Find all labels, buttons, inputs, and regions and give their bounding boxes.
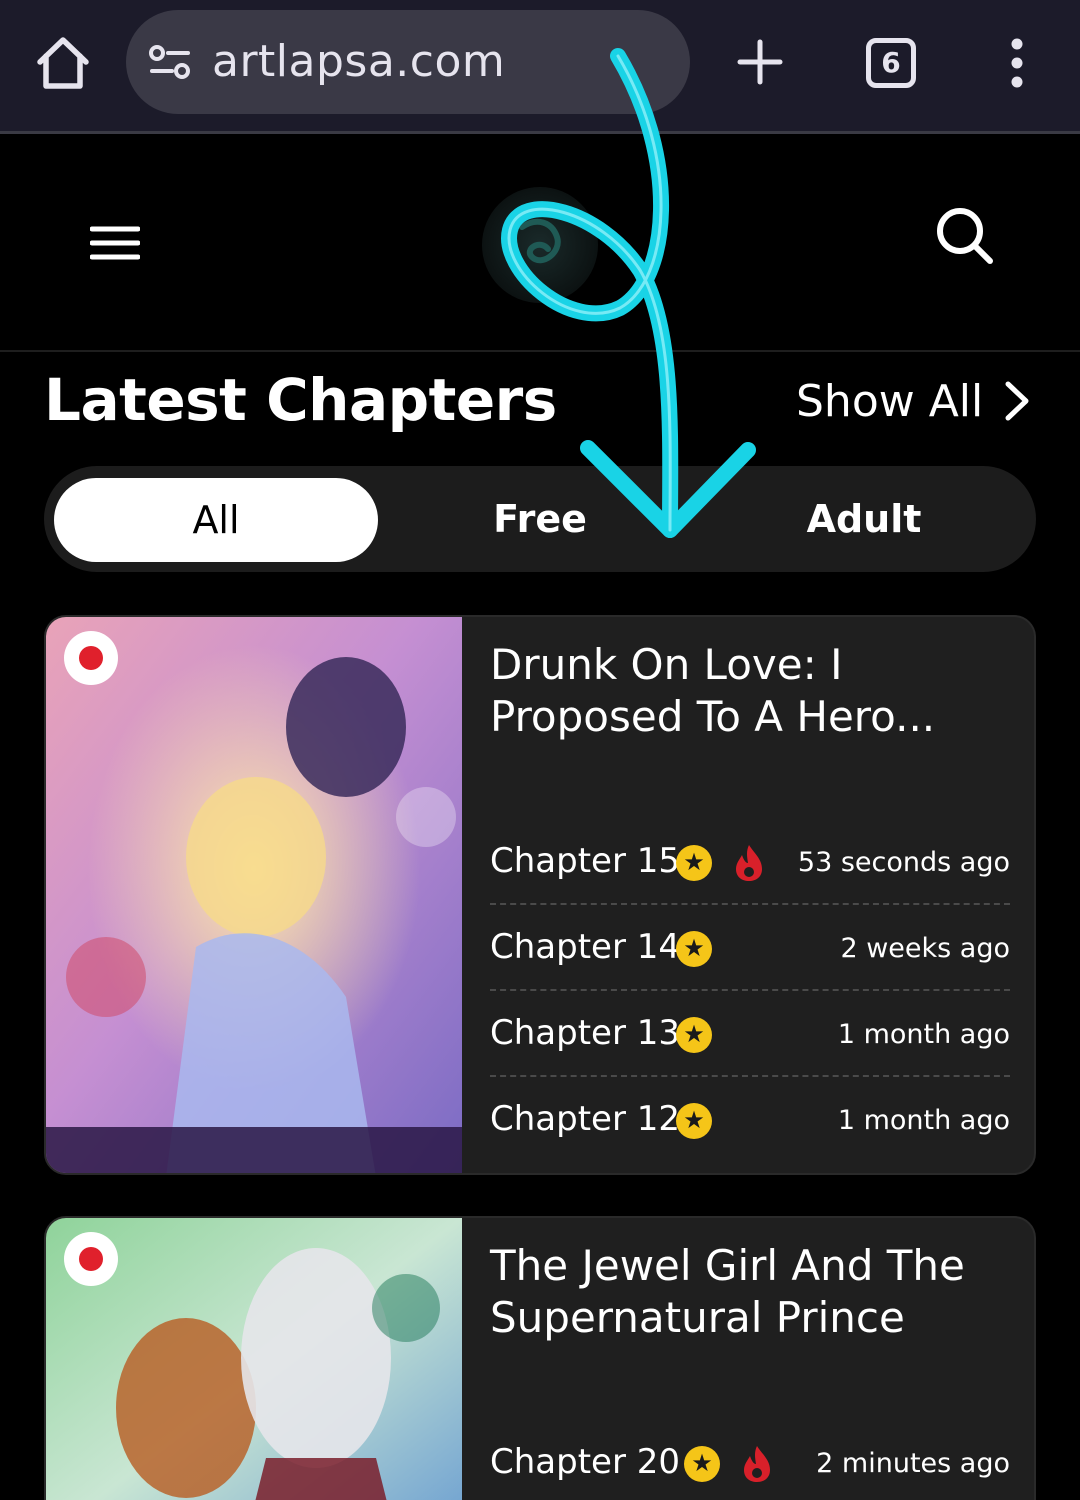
title-line: The Jewel Girl And The <box>490 1241 965 1290</box>
tab-adult[interactable]: Adult <box>702 466 1026 572</box>
chapter-label: Chapter 15 <box>490 841 681 881</box>
title-line: Supernatural Prince <box>490 1293 905 1342</box>
hamburger-icon[interactable] <box>89 225 141 261</box>
chapter-row[interactable]: Chapter 13 ★ 1 month ago <box>490 991 1010 1077</box>
site-info-icon[interactable] <box>148 44 192 80</box>
chevron-right-icon[interactable] <box>998 378 1034 424</box>
star-icon: ★ <box>676 1017 712 1053</box>
chapter-row[interactable]: Chapter 20 ★ 2 minutes ago <box>490 1420 1010 1500</box>
filter-tabs: All Free Adult <box>44 466 1036 572</box>
tab-all[interactable]: All <box>54 478 378 562</box>
fire-icon <box>732 843 766 883</box>
show-all-link[interactable]: Show All <box>796 376 983 427</box>
cover-image[interactable] <box>46 1218 462 1500</box>
chapter-time: 2 weeks ago <box>840 933 1010 964</box>
tab-free[interactable]: Free <box>378 466 702 572</box>
home-icon[interactable] <box>34 34 92 92</box>
chapter-label: Chapter 13 <box>490 1013 681 1053</box>
star-icon: ★ <box>684 1446 720 1482</box>
chapter-row[interactable]: Chapter 12 ★ 1 month ago <box>490 1077 1010 1163</box>
manga-title[interactable]: The Jewel Girl And The Supernatural Prin… <box>490 1240 1010 1344</box>
manga-title[interactable]: Drunk On Love: I Proposed To A Hero... <box>490 639 1010 743</box>
chapter-time: 2 minutes ago <box>816 1448 1010 1479</box>
fire-icon <box>740 1444 774 1484</box>
chapter-label: Chapter 12 <box>490 1099 681 1139</box>
chapter-time: 1 month ago <box>837 1105 1010 1136</box>
title-line: Drunk On Love: I <box>490 640 843 689</box>
japan-flag-badge <box>64 1232 118 1286</box>
star-icon: ★ <box>676 931 712 967</box>
chapter-label: Chapter 14 <box>490 927 681 967</box>
chapter-row[interactable]: Chapter 15 ★ 53 seconds ago <box>490 819 1010 905</box>
section-title: Latest Chapters <box>44 366 557 434</box>
logo[interactable] <box>482 187 598 303</box>
manga-card[interactable]: The Jewel Girl And The Supernatural Prin… <box>44 1216 1036 1500</box>
star-icon: ★ <box>676 845 712 881</box>
japan-flag-badge <box>64 631 118 685</box>
chapter-label: Chapter 20 <box>490 1442 681 1482</box>
plus-icon[interactable] <box>734 36 786 88</box>
site-header <box>0 137 1080 352</box>
url-text: artlapsa.com <box>212 36 506 87</box>
browser-toolbar: artlapsa.com 6 <box>0 0 1080 134</box>
more-vert-icon[interactable] <box>1004 38 1030 88</box>
title-line: Proposed To A Hero... <box>490 692 936 741</box>
manga-card[interactable]: Drunk On Love: I Proposed To A Hero... C… <box>44 615 1036 1175</box>
search-icon[interactable] <box>934 205 996 267</box>
chapter-row[interactable]: Chapter 14 ★ 2 weeks ago <box>490 905 1010 991</box>
star-icon: ★ <box>676 1103 712 1139</box>
chapter-time: 1 month ago <box>837 1019 1010 1050</box>
chapter-time: 53 seconds ago <box>797 847 1010 878</box>
address-bar[interactable]: artlapsa.com <box>126 10 690 114</box>
tabs-icon[interactable]: 6 <box>866 38 916 88</box>
cover-image[interactable] <box>46 617 462 1173</box>
